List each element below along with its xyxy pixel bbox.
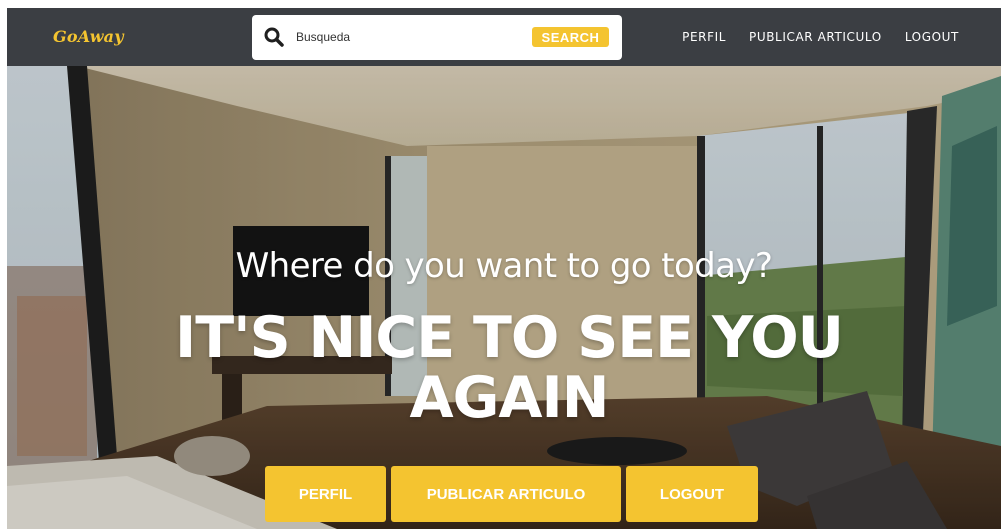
hero-perfil-button[interactable]: PERFIL (265, 466, 386, 522)
hero-section: Where do you want to go today? IT'S NICE… (7, 66, 1001, 529)
search-button[interactable]: SEARCH (532, 27, 609, 47)
navbar: GoAway SEARCH PERFIL PUBLICAR ARTICULO L… (7, 8, 1001, 66)
nav-link-publicar-articulo[interactable]: PUBLICAR ARTICULO (749, 30, 882, 44)
hero-overlay (7, 66, 1001, 529)
nav-link-logout[interactable]: LOGOUT (905, 30, 959, 44)
search-input[interactable] (296, 27, 521, 47)
nav-link-perfil[interactable]: PERFIL (682, 30, 726, 44)
nav-links: PERFIL PUBLICAR ARTICULO LOGOUT (682, 30, 959, 44)
search-icon (264, 27, 284, 47)
page-frame: GoAway SEARCH PERFIL PUBLICAR ARTICULO L… (7, 8, 1001, 529)
search-box: SEARCH (252, 15, 622, 60)
hero-title: IT'S NICE TO SEE YOU AGAIN (175, 305, 844, 431)
brand-logo[interactable]: GoAway (53, 27, 124, 46)
hero-publicar-articulo-button[interactable]: PUBLICAR ARTICULO (391, 466, 621, 522)
hero-subtitle: Where do you want to go today? (235, 246, 773, 286)
hero-logout-button[interactable]: LOGOUT (626, 466, 758, 522)
